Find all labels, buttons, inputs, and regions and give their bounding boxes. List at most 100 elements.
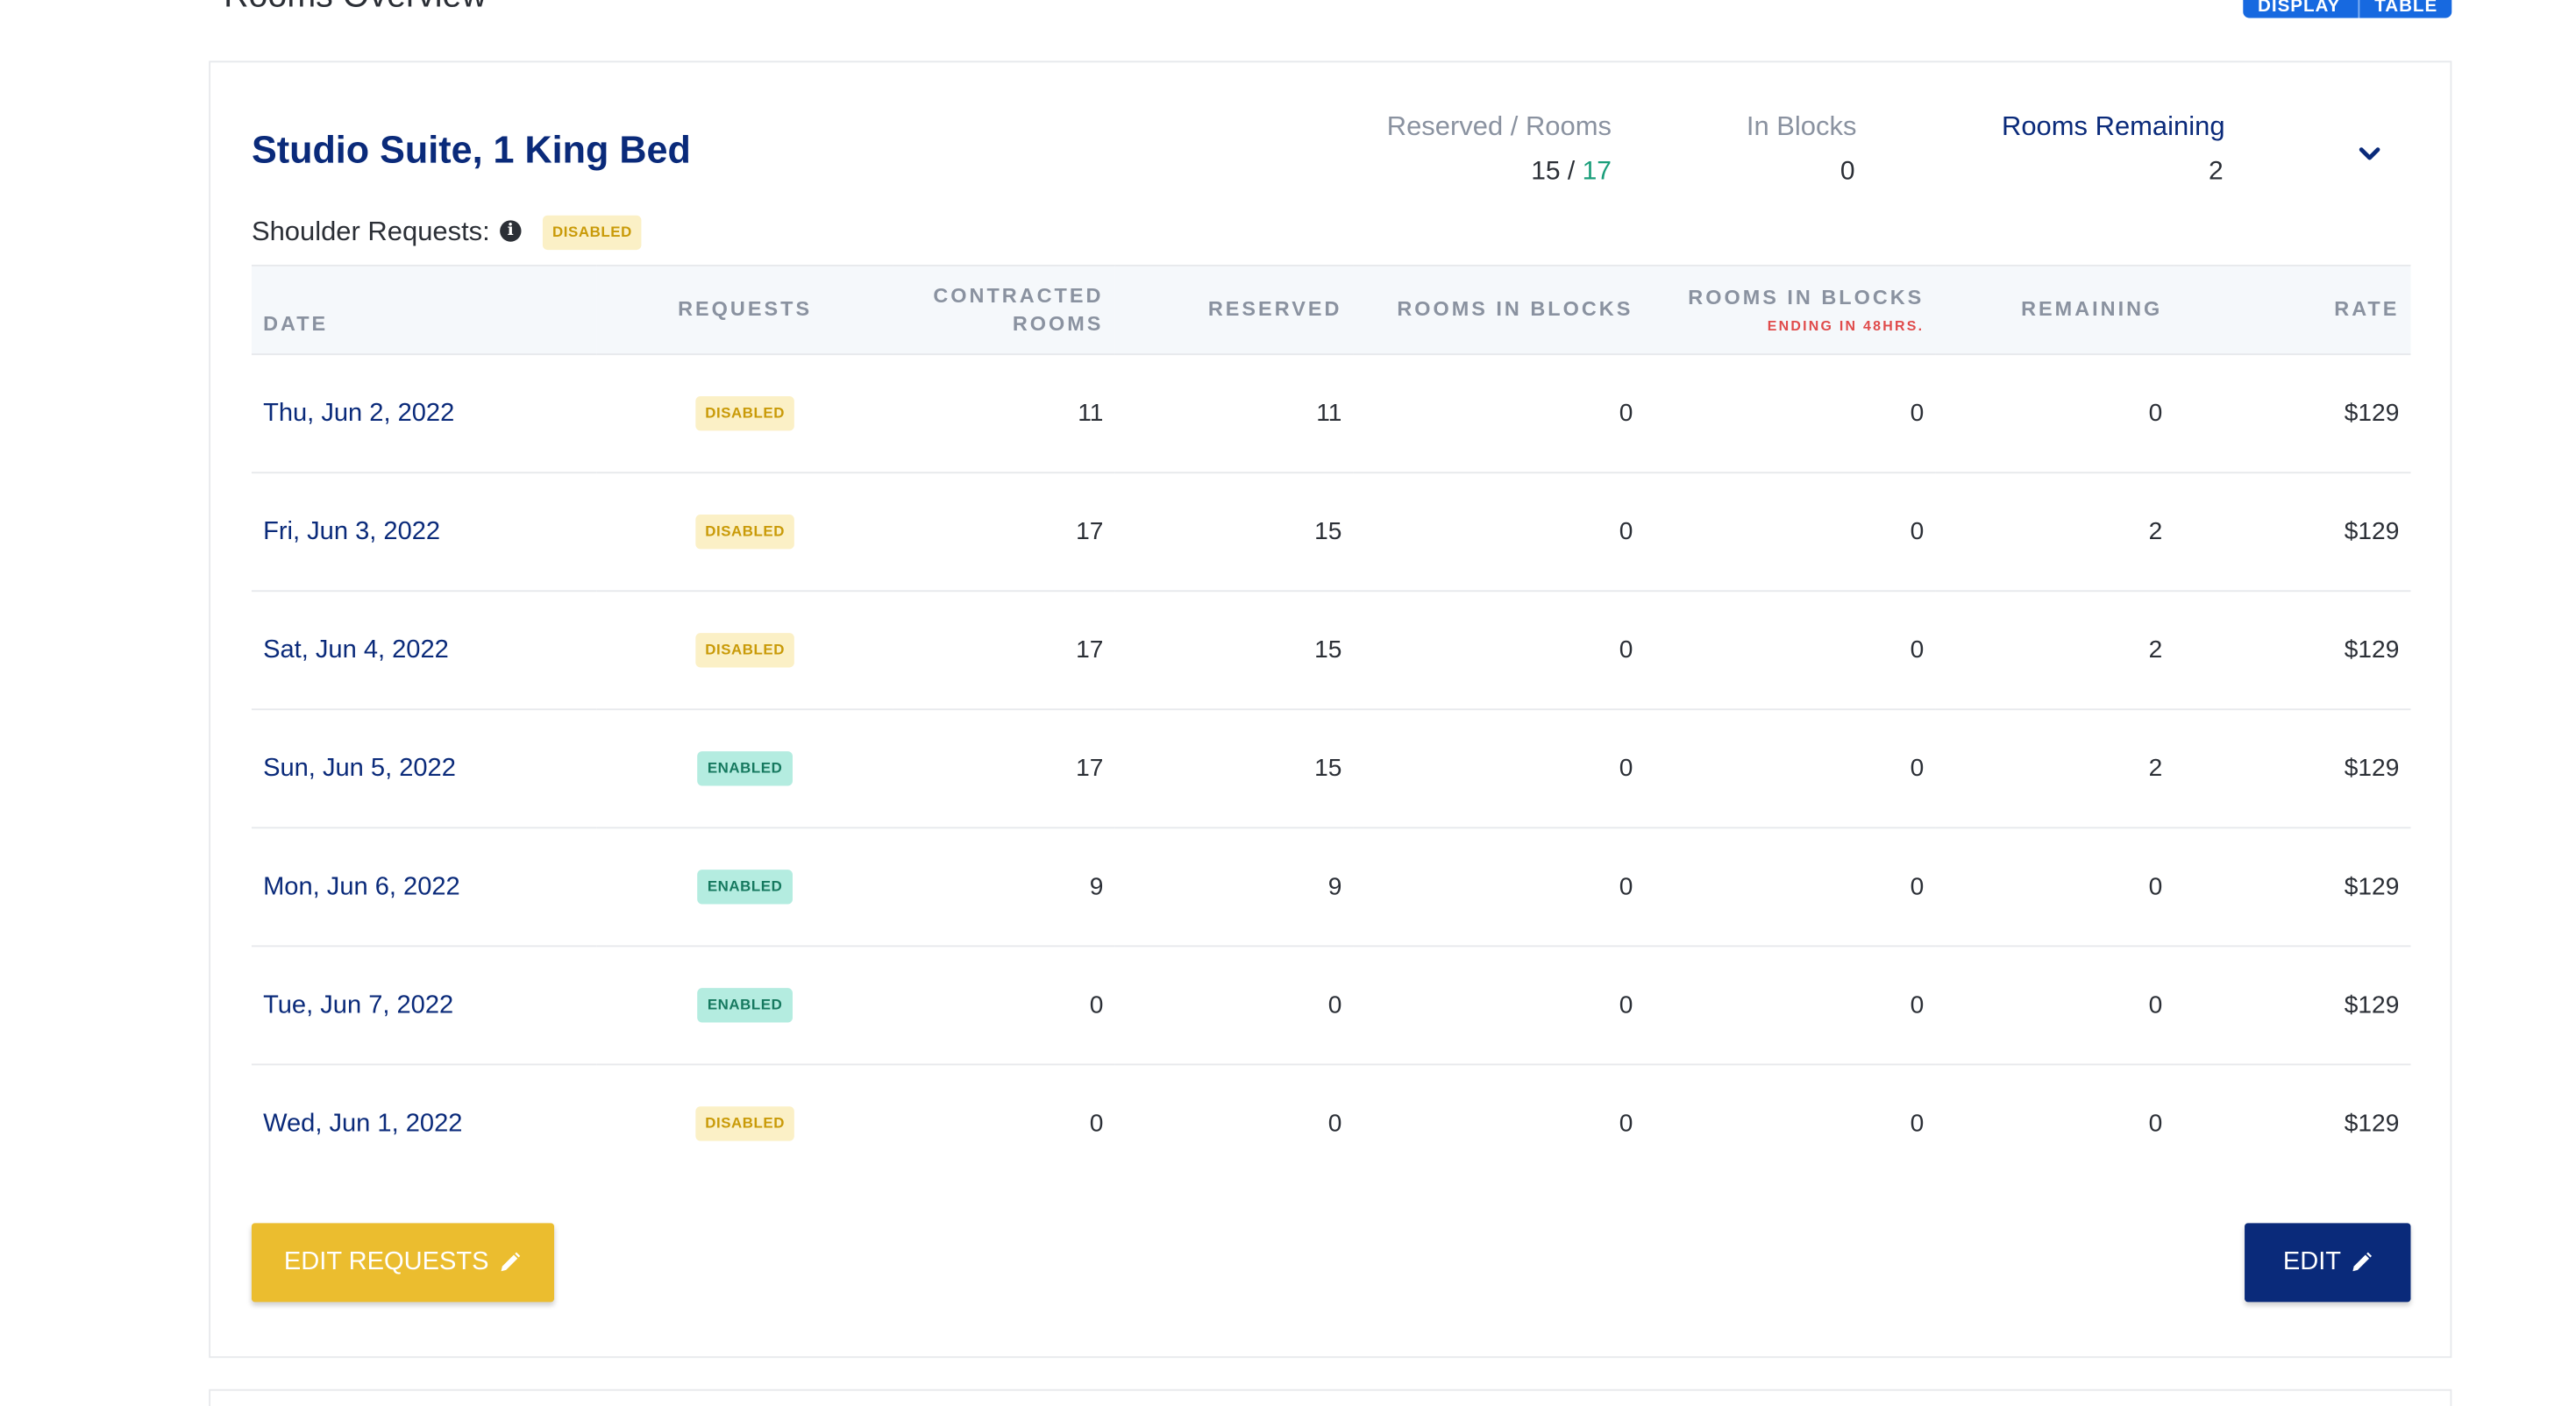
row-remaining: 0 <box>2148 1109 2163 1138</box>
row-remaining: 0 <box>1935 827 2174 948</box>
edit-requests-label: EDIT REQUESTS <box>283 1247 489 1276</box>
status-badge: DISABLED <box>694 1106 795 1141</box>
edit-button[interactable]: EDIT <box>2245 1223 2411 1303</box>
status-badge: DISABLED <box>694 395 795 431</box>
row-in-blocks: 0 <box>1353 591 1645 711</box>
row-date-link[interactable]: Fri, Jun 3, 2022 <box>251 472 597 593</box>
header-reserved: RESERVED <box>1114 264 1354 356</box>
row-rate: $129 <box>2174 591 2411 711</box>
row-rate: $129 <box>2174 827 2411 948</box>
ending-note: ENDING IN 48HRS. <box>1767 316 1925 334</box>
rooms-remaining-stat: Rooms Remaining 2 <box>1957 112 2225 188</box>
row-in-blocks: 0 <box>1353 709 1645 829</box>
row-in-blocks: 0 <box>1353 827 1645 948</box>
rooms-count: 17 <box>1582 158 1612 186</box>
row-reserved: 9 <box>1114 827 1354 948</box>
row-date-link[interactable]: Thu, Jun 2, 2022 <box>251 354 597 474</box>
header-rooms-in-blocks-ending-label: ROOMS IN BLOCKS <box>1688 286 1925 309</box>
header-rate: RATE <box>2174 264 2411 356</box>
row-rate: $129 <box>2344 1109 2400 1138</box>
row-ending: 0 <box>1644 827 1936 948</box>
page-title: Rooms Overview <box>224 0 487 17</box>
row-contracted: 17 <box>893 709 1115 829</box>
status-badge: ENABLED <box>697 988 793 1023</box>
table-row: Wed, Jun 1, 2022 DISABLED 0 0 0 0 0 $129 <box>252 1064 2411 1182</box>
room-dates-table: DATE REQUESTS CONTRACTED ROOMS RESERVED … <box>251 264 2411 1182</box>
row-in-blocks: 0 <box>1353 354 1645 474</box>
in-blocks-value: 0 <box>1839 158 1855 186</box>
in-blocks-label: In Blocks <box>1746 111 1857 142</box>
row-ending: 0 <box>1644 472 1936 593</box>
info-icon[interactable]: i <box>500 219 522 241</box>
row-remaining: 2 <box>1935 709 2174 829</box>
room-title: Studio Suite, 1 King Bed <box>251 128 691 172</box>
shoulder-requests: Shoulder Requests: i DISABLED <box>251 215 643 251</box>
row-ending: 0 <box>1910 1109 1925 1138</box>
table-row: Fri, Jun 3, 2022 DISABLED 17 15 0 0 2 $1… <box>251 472 2411 593</box>
row-in-blocks: 0 <box>1619 1109 1633 1138</box>
row-in-blocks: 0 <box>1353 472 1645 593</box>
row-requests: DISABLED <box>597 1064 893 1182</box>
edit-label: EDIT <box>2282 1247 2342 1276</box>
row-requests: DISABLED <box>596 354 893 474</box>
reserved-separator: / <box>1560 158 1583 186</box>
status-badge: ENABLED <box>697 751 793 786</box>
row-reserved: 0 <box>1114 946 1354 1066</box>
shoulder-status-badge: DISABLED <box>542 215 643 251</box>
row-contracted: 0 <box>893 946 1115 1066</box>
reserved-count: 15 <box>1531 158 1561 186</box>
pencil-icon <box>502 1252 521 1272</box>
row-ending: 0 <box>1644 946 1936 1066</box>
status-badge: ENABLED <box>697 870 793 905</box>
pencil-icon <box>2352 1252 2372 1272</box>
row-reserved: 15 <box>1114 472 1354 593</box>
table-toggle-button[interactable]: TABLE <box>2358 0 2452 18</box>
view-toggle: DISPLAY TABLE <box>2243 0 2452 18</box>
row-remaining: 0 <box>1935 354 2174 474</box>
row-contracted: 9 <box>893 827 1115 948</box>
row-reserved: 15 <box>1114 591 1354 711</box>
table-row: Sun, Jun 5, 2022 ENABLED 17 15 0 0 2 $12… <box>251 709 2411 829</box>
row-reserved: 0 <box>1327 1109 1342 1138</box>
chevron-down-icon[interactable] <box>2357 141 2383 167</box>
row-requests: DISABLED <box>596 472 893 593</box>
reserved-rooms-label: Reserved / Rooms <box>1386 111 1612 142</box>
status-badge: DISABLED <box>694 515 795 550</box>
header-rooms-in-blocks: ROOMS IN BLOCKS <box>1353 264 1645 356</box>
row-contracted: 17 <box>893 472 1115 593</box>
header-requests: REQUESTS <box>596 264 893 356</box>
header-rooms-in-blocks-ending: ROOMS IN BLOCKS ENDING IN 48HRS. <box>1644 264 1936 356</box>
row-requests: ENABLED <box>596 946 893 1066</box>
table-row: Thu, Jun 2, 2022 DISABLED 11 11 0 0 0 $1… <box>251 354 2411 474</box>
header-remaining: REMAINING <box>1935 264 2174 356</box>
row-in-blocks: 0 <box>1353 946 1645 1066</box>
row-date-link[interactable]: Mon, Jun 6, 2022 <box>251 827 597 948</box>
row-reserved: 11 <box>1114 354 1354 474</box>
rooms-overview-page: Rooms Overview DISPLAY TABLE Studio Suit… <box>0 0 2549 1406</box>
row-contracted: 17 <box>893 591 1115 711</box>
table-row: Tue, Jun 7, 2022 ENABLED 0 0 0 0 0 $129 <box>251 946 2411 1066</box>
row-date-link[interactable]: Tue, Jun 7, 2022 <box>251 946 597 1066</box>
edit-requests-button[interactable]: EDIT REQUESTS <box>251 1223 555 1303</box>
row-date-link[interactable]: Wed, Jun 1, 2022 <box>252 1064 597 1182</box>
shoulder-requests-label: Shoulder Requests: <box>251 217 490 247</box>
row-requests: DISABLED <box>596 591 893 711</box>
row-requests: ENABLED <box>596 709 893 829</box>
in-blocks-stat: In Blocks 0 <box>1694 112 1857 188</box>
row-rate: $129 <box>2174 354 2411 474</box>
row-rate: $129 <box>2174 946 2411 1066</box>
row-contracted: 0 <box>1089 1109 1104 1138</box>
reserved-rooms-stat: Reserved / Rooms 15 / 17 <box>1348 112 1612 188</box>
display-toggle-button[interactable]: DISPLAY <box>2243 0 2359 18</box>
row-contracted: 11 <box>893 354 1115 474</box>
row-reserved: 15 <box>1114 709 1354 829</box>
row-ending: 0 <box>1644 709 1936 829</box>
row-date-link[interactable]: Sun, Jun 5, 2022 <box>251 709 597 829</box>
row-remaining: 0 <box>1935 946 2174 1066</box>
table-row: Mon, Jun 6, 2022 ENABLED 9 9 0 0 0 $129 <box>251 827 2411 948</box>
header-contracted-rooms: CONTRACTED ROOMS <box>893 264 1115 356</box>
row-date-link[interactable]: Sat, Jun 4, 2022 <box>251 591 597 711</box>
rooms-remaining-label: Rooms Remaining <box>2001 111 2225 142</box>
table-header-row: DATE REQUESTS CONTRACTED ROOMS RESERVED … <box>251 264 2411 356</box>
header-date: DATE <box>251 264 597 356</box>
